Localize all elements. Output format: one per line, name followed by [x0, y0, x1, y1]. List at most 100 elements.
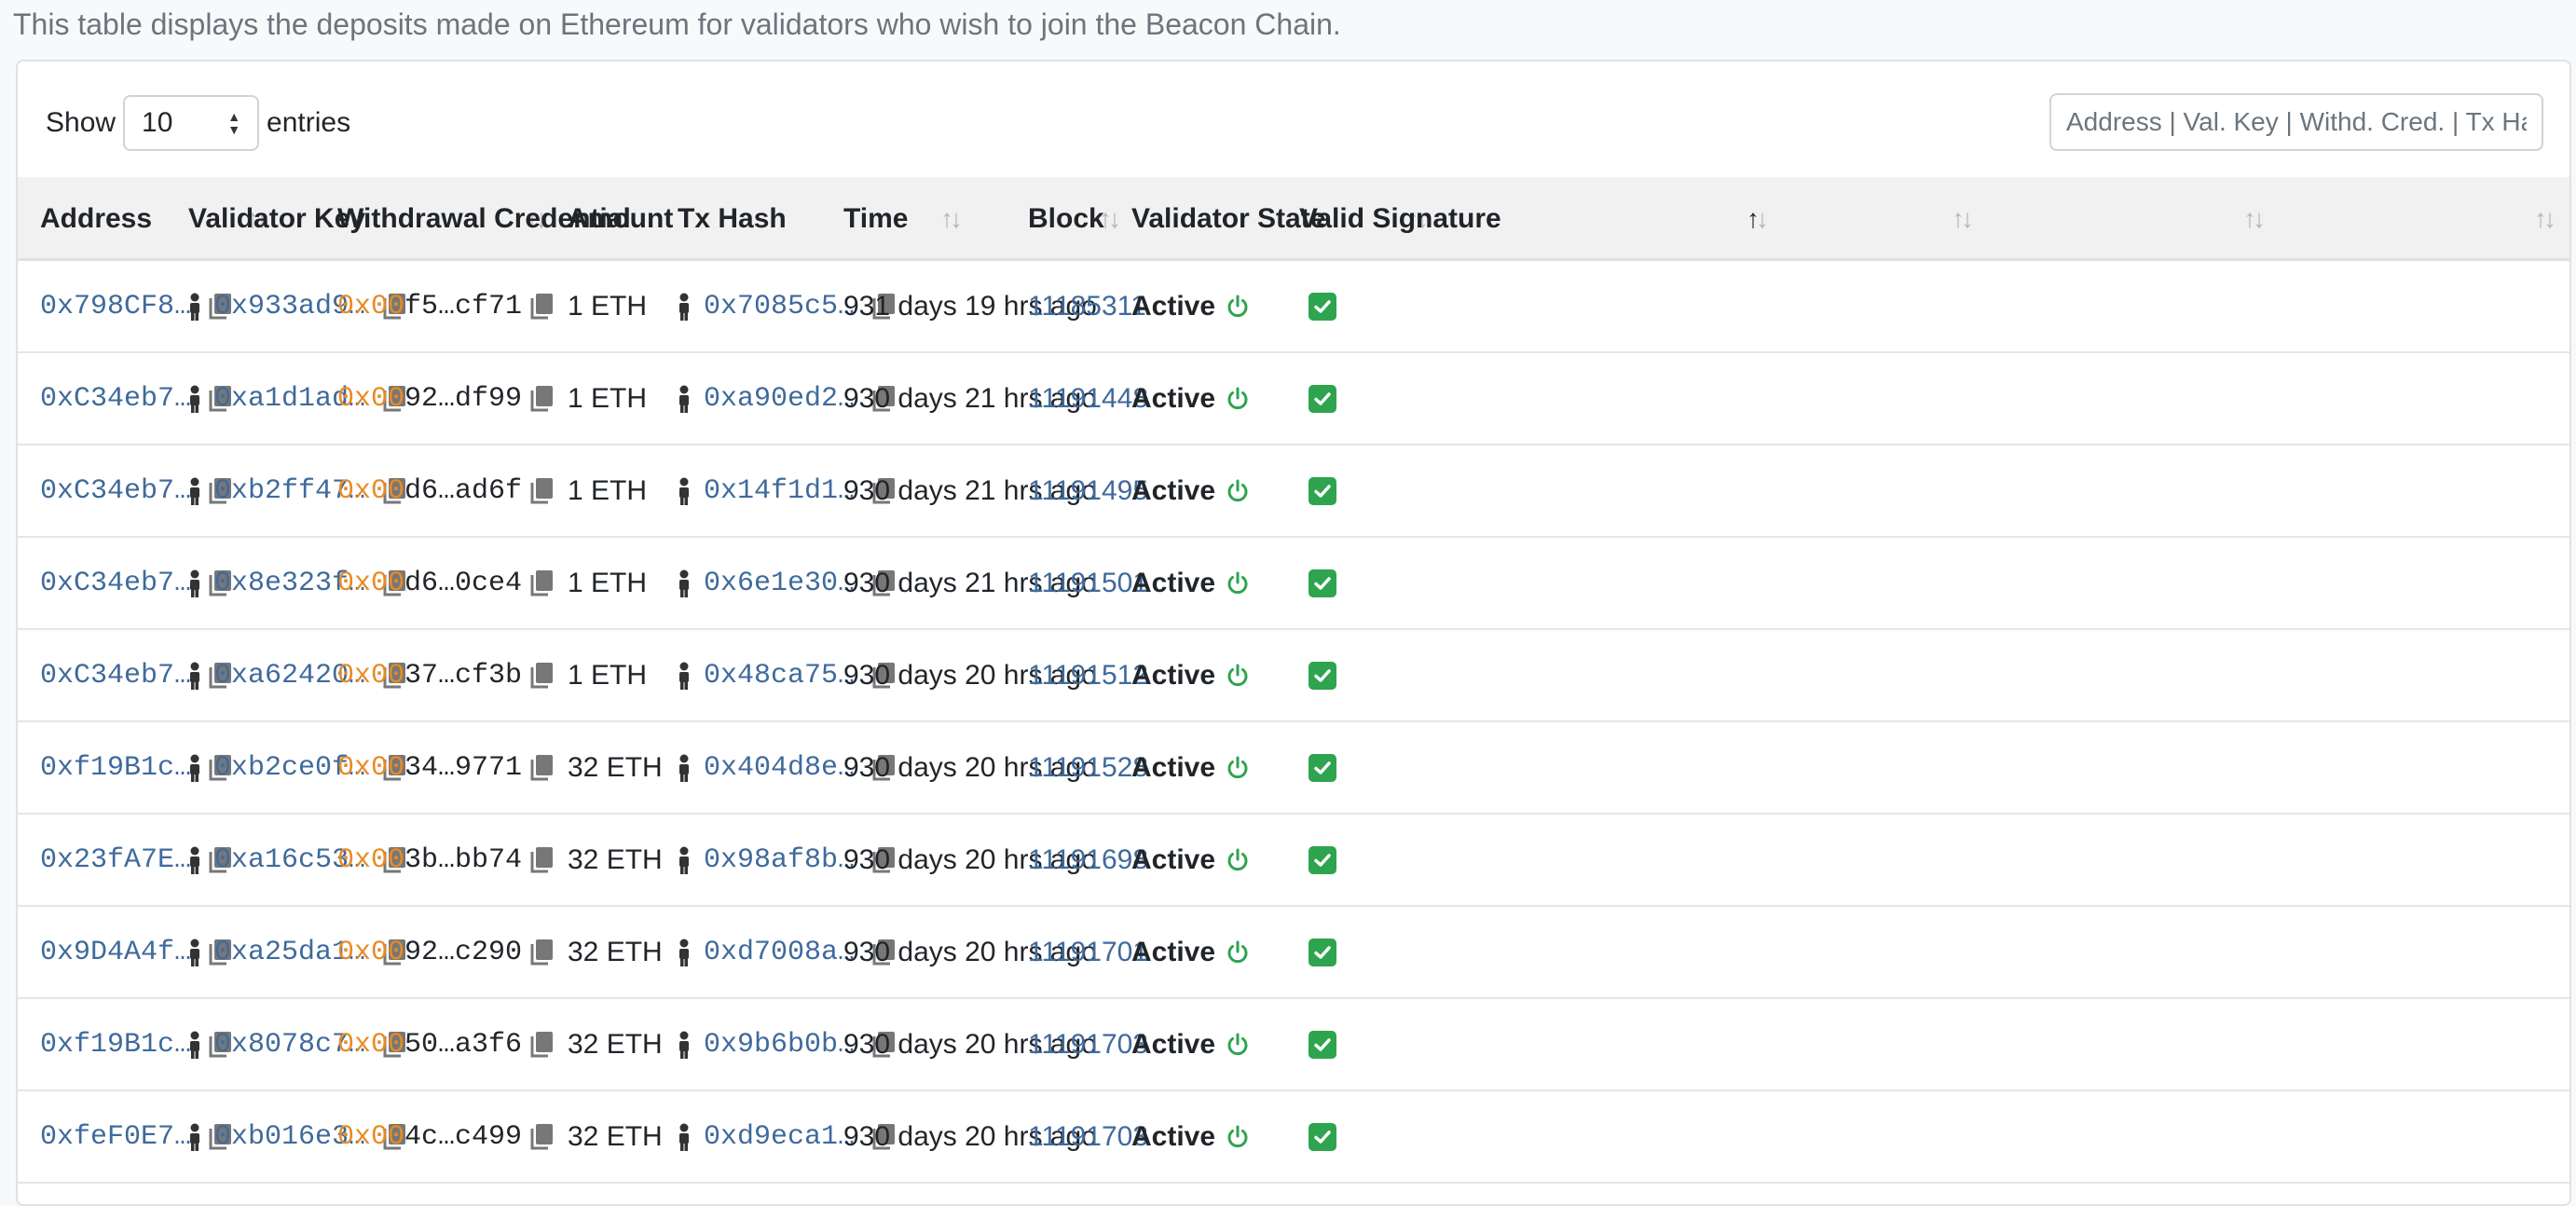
withdrawal-credential-cell: 0x00 3b…bb74 — [337, 815, 554, 905]
validator-state-cell: Active — [1131, 445, 1251, 536]
block-link[interactable]: 11185311 — [1028, 261, 1146, 351]
validator-state-label: Active — [1131, 1028, 1216, 1060]
column-header-tx-hash[interactable]: Tx Hash — [678, 177, 787, 261]
amount-cell: 32 ETH — [568, 843, 663, 875]
block-link[interactable]: 11191448 — [1028, 353, 1148, 444]
column-header-block[interactable]: Block — [1028, 177, 1104, 261]
credential-prefix: 0x00 — [337, 936, 405, 968]
copy-icon[interactable] — [529, 1031, 554, 1059]
column-header-valid-signature[interactable]: Valid Signature — [1299, 177, 1501, 261]
valid-signature-cell — [1309, 630, 1336, 720]
block-link[interactable]: 11191495 — [1028, 445, 1148, 536]
address-link[interactable]: 0x798CF8… — [40, 291, 191, 322]
entries-select[interactable]: 10 ▲ ▼ — [123, 95, 260, 151]
valid-signature-cell — [1309, 722, 1336, 813]
entries-label: entries — [267, 107, 351, 138]
withdrawal-credential-cell: 0x00 50…a3f6 — [337, 999, 554, 1090]
block-link[interactable]: 11191501 — [1028, 538, 1148, 628]
column-header-address[interactable]: Address — [40, 177, 152, 261]
credential-value: 34…9771 — [404, 751, 523, 784]
column-header-amount[interactable]: Amount — [568, 177, 673, 261]
address-link[interactable]: 0x23fA7E… — [40, 844, 191, 876]
valid-signature-cell — [1309, 1091, 1336, 1182]
credential-prefix: 0x00 — [337, 843, 405, 876]
validator-person-icon — [188, 754, 201, 782]
validator-state-cell: Active — [1131, 722, 1251, 813]
entries-select-value: 10 — [142, 107, 173, 138]
copy-icon[interactable] — [529, 662, 554, 690]
copy-icon[interactable] — [529, 569, 554, 597]
valid-signature-cell — [1309, 907, 1336, 997]
search-input[interactable] — [2049, 93, 2543, 151]
copy-icon[interactable] — [529, 1123, 554, 1151]
credential-prefix: 0x00 — [337, 1120, 405, 1153]
copy-icon[interactable] — [529, 293, 554, 321]
tx-person-icon — [678, 1031, 691, 1059]
block-link[interactable]: 11191701 — [1028, 907, 1148, 997]
sort-icon[interactable]: ↑ ↓ — [2534, 177, 2556, 261]
block-link[interactable]: 11191703 — [1028, 1091, 1148, 1182]
amount-cell: 32 ETH — [568, 1028, 663, 1060]
power-icon — [1225, 570, 1251, 596]
check-mark-icon — [1309, 1030, 1336, 1059]
copy-icon[interactable] — [529, 754, 554, 782]
address-link[interactable]: 0xf19B1c… — [40, 1029, 191, 1061]
validator-state-label: Active — [1131, 382, 1216, 414]
address-link[interactable]: 0xC34eb7… — [40, 475, 191, 507]
sort-icon[interactable]: ↑ ↓ — [1952, 177, 1974, 261]
tx-hash-link[interactable]: 0x6e1e30… — [704, 568, 855, 599]
tx-hash-link[interactable]: 0x98af8b… — [704, 844, 855, 876]
tx-hash-link[interactable]: 0x9b6b0b… — [704, 1029, 855, 1061]
validator-state-label: Active — [1131, 290, 1216, 322]
tx-hash-link[interactable]: 0x14f1d1… — [704, 475, 855, 507]
sort-icon[interactable]: ↑ ↓ — [1747, 177, 1769, 261]
tx-hash-link[interactable]: 0x7085c5… — [704, 291, 855, 322]
copy-icon[interactable] — [529, 385, 554, 413]
tx-hash-link[interactable]: 0xd9eca1… — [704, 1121, 855, 1153]
address-link[interactable]: 0x9D4A4f… — [40, 937, 191, 968]
withdrawal-credential-cell: 0x00 92…df99 — [337, 353, 554, 444]
credential-value: 92…c290 — [404, 936, 523, 968]
validator-person-icon — [188, 1031, 201, 1059]
tx-person-icon — [678, 293, 691, 321]
tx-person-icon — [678, 1123, 691, 1151]
validator-person-icon — [188, 385, 201, 413]
power-icon — [1225, 755, 1251, 781]
credential-value: d6…0ce4 — [404, 567, 523, 599]
column-header-time[interactable]: Time — [843, 177, 908, 261]
credential-prefix: 0x00 — [337, 474, 405, 507]
tx-hash-link[interactable]: 0x404d8e… — [704, 752, 855, 784]
copy-icon[interactable] — [529, 846, 554, 874]
amount-cell: 1 ETH — [568, 290, 648, 322]
table-header: Address ↑ ↓ Validator Key ↑ ↓ Withdrawal Crede… — [18, 177, 2569, 261]
address-link[interactable]: 0xC34eb7… — [40, 383, 191, 415]
page-description: This table displays the deposits made on… — [13, 7, 1341, 41]
address-link[interactable]: 0xf19B1c… — [40, 752, 191, 784]
block-link[interactable]: 11191512 — [1028, 630, 1148, 720]
tx-person-icon — [678, 662, 691, 690]
block-link[interactable]: 11191703 — [1028, 999, 1148, 1090]
sort-icon[interactable]: ↑ ↓ — [940, 177, 963, 261]
address-link[interactable]: 0xC34eb7… — [40, 568, 191, 599]
power-icon — [1225, 478, 1251, 504]
credential-value: 3b…bb74 — [404, 843, 523, 876]
address-link[interactable]: 0xC34eb7… — [40, 660, 191, 692]
validator-person-icon — [188, 569, 201, 597]
block-link[interactable]: 11191698 — [1028, 815, 1148, 905]
copy-icon[interactable] — [529, 939, 554, 966]
tx-hash-link[interactable]: 0x48ca75… — [704, 660, 855, 692]
valid-signature-cell — [1309, 261, 1336, 351]
copy-icon[interactable] — [529, 477, 554, 505]
column-header-validator-state[interactable]: Validator State — [1131, 177, 1325, 261]
check-mark-icon — [1309, 845, 1336, 874]
tx-hash-link[interactable]: 0xd7008a… — [704, 937, 855, 968]
validator-state-cell: Active — [1131, 999, 1251, 1090]
power-icon — [1225, 1124, 1251, 1150]
withdrawal-credential-cell: 0x00 f5…cf71 — [337, 261, 554, 351]
tx-hash-link[interactable]: 0xa90ed2… — [704, 383, 855, 415]
address-link[interactable]: 0xfeF0E7… — [40, 1121, 191, 1153]
withdrawal-credential-cell: 0x00 d6…0ce4 — [337, 538, 554, 628]
check-mark-icon — [1309, 569, 1336, 597]
block-link[interactable]: 11191528 — [1028, 722, 1148, 813]
sort-icon[interactable]: ↑ ↓ — [2243, 177, 2266, 261]
